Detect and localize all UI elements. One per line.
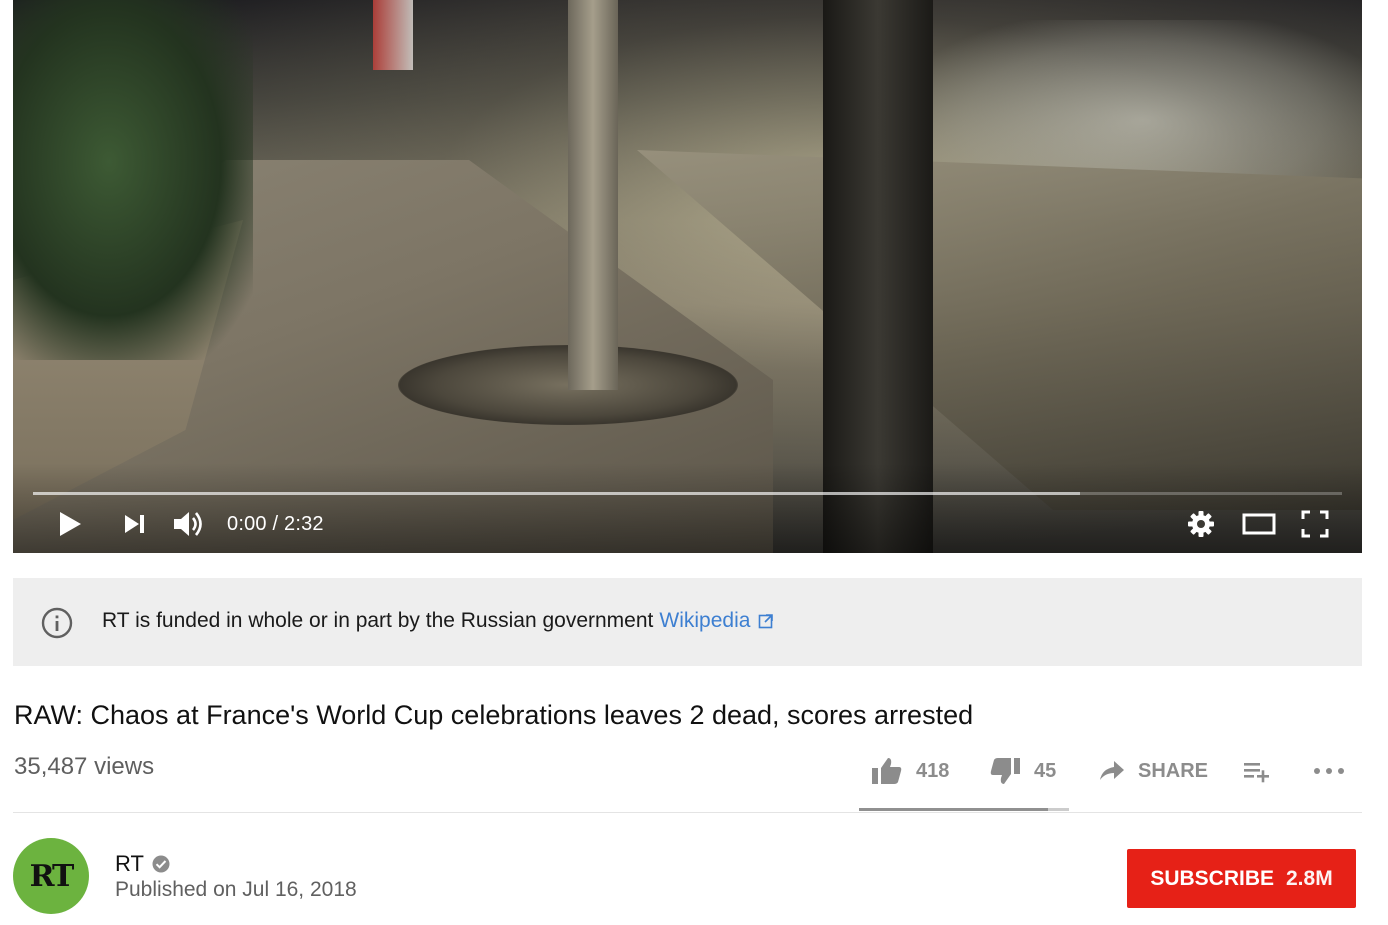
volume-button[interactable]	[169, 506, 209, 542]
more-icon	[1314, 768, 1344, 774]
info-panel-message: RT is funded in whole or in part by the …	[102, 609, 654, 632]
video-frame-foliage	[13, 0, 253, 360]
video-frame-tree-trunk	[568, 0, 618, 390]
dislike-count: 45	[1034, 759, 1057, 782]
play-button[interactable]	[53, 506, 87, 542]
like-button[interactable]: 418	[870, 754, 949, 788]
fullscreen-icon	[1301, 510, 1329, 538]
share-button[interactable]: SHARE	[1098, 754, 1208, 788]
dislike-button[interactable]: 45	[988, 754, 1056, 788]
channel-avatar-logo: RT	[29, 858, 75, 894]
subscribe-label: SUBSCRIBE	[1150, 866, 1274, 890]
add-to-playlist-icon	[1244, 763, 1269, 783]
more-actions-button[interactable]	[1313, 754, 1345, 788]
thumbs-up-icon	[872, 758, 902, 784]
time-total: 2:32	[284, 513, 324, 535]
next-icon	[125, 515, 144, 533]
channel-name-row[interactable]: RT	[115, 851, 170, 877]
info-icon	[41, 607, 73, 639]
controls-gradient	[13, 463, 1362, 553]
theater-icon	[1242, 513, 1276, 535]
sentiment-bar	[859, 808, 1069, 811]
publish-date: Published on Jul 16, 2018	[115, 878, 357, 901]
settings-icon	[1188, 511, 1214, 537]
progress-bar[interactable]	[33, 492, 1342, 495]
video-title: RAW: Chaos at France's World Cup celebra…	[14, 700, 974, 730]
settings-button[interactable]	[1183, 506, 1219, 542]
channel-avatar[interactable]: RT	[13, 838, 89, 914]
channel-name[interactable]: RT	[115, 851, 144, 877]
time-current: 0:00	[227, 513, 267, 535]
progress-buffered	[33, 492, 1081, 495]
time-display: 0:00 / 2:32	[227, 510, 324, 538]
view-count: 35,487 views	[14, 753, 155, 780]
volume-icon	[174, 512, 202, 536]
fullscreen-button[interactable]	[1297, 506, 1333, 542]
subscriber-count: 2.8M	[1286, 866, 1333, 890]
wikipedia-link[interactable]: Wikipedia	[659, 609, 750, 633]
share-label: SHARE	[1138, 759, 1209, 782]
play-icon	[60, 512, 81, 536]
verified-badge-icon	[152, 855, 170, 873]
info-panel: RT is funded in whole or in part by the …	[13, 578, 1362, 666]
time-separator: /	[266, 513, 285, 535]
subscribe-button[interactable]: SUBSCRIBE 2.8M	[1127, 849, 1356, 908]
external-link-icon[interactable]	[758, 613, 774, 629]
add-to-playlist-button[interactable]	[1242, 754, 1272, 788]
share-icon	[1100, 761, 1124, 780]
sentiment-bar-likes	[859, 808, 1048, 811]
info-panel-text-row: RT is funded in whole or in part by the …	[102, 609, 774, 633]
like-count: 418	[916, 759, 950, 782]
video-player[interactable]: 0:00 / 2:32	[13, 0, 1362, 553]
divider	[13, 812, 1362, 813]
video-frame-flag	[373, 0, 413, 70]
next-button[interactable]	[117, 506, 151, 542]
theater-mode-button[interactable]	[1239, 506, 1279, 542]
thumbs-down-icon	[990, 758, 1020, 784]
